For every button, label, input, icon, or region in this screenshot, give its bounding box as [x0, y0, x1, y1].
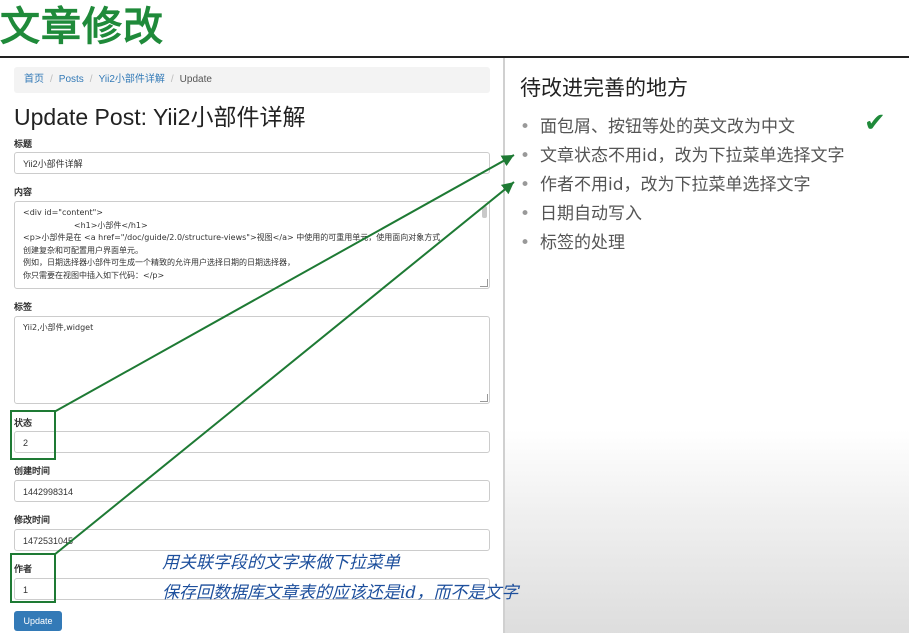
bullet-icon: • [520, 146, 531, 166]
notes-item-text: 日期自动写入 [540, 204, 643, 224]
notes-item-text: 标签的处理 [540, 233, 626, 253]
notes-item: • 作者不用id，改为下拉菜单选择文字 [520, 171, 845, 200]
notes-item: • 日期自动写入 [520, 200, 845, 229]
bullet-icon: • [520, 233, 531, 253]
annotation-line-2: 保存回数据库文章表的应该还是id，而不是文字 [162, 583, 519, 603]
notes-item: • 文章状态不用id，改为下拉菜单选择文字 [520, 142, 845, 171]
checkmark-icon: ✔ [864, 108, 886, 138]
notes-item: • 标签的处理 [520, 229, 845, 258]
bullet-icon: • [520, 175, 531, 195]
notes-list: • 面包屑、按钮等处的英文改为中文 • 文章状态不用id，改为下拉菜单选择文字 • 作… [520, 113, 845, 258]
status-arrow [53, 154, 515, 413]
notes-heading: 待改进完善的地方 [520, 76, 688, 100]
annotation-line-1: 用关联字段的文字来做下拉菜单 [162, 553, 400, 573]
notes-item-text: 作者不用id，改为下拉菜单选择文字 [540, 175, 811, 195]
notes-item: • 面包屑、按钮等处的英文改为中文 [520, 113, 845, 142]
author-arrow [53, 181, 515, 556]
bullet-icon: • [520, 117, 531, 137]
connector-arrows [53, 154, 515, 556]
notes-item-text: 面包屑、按钮等处的英文改为中文 [540, 117, 796, 137]
notes-item-text: 文章状态不用id，改为下拉菜单选择文字 [540, 146, 845, 166]
bullet-icon: • [520, 204, 531, 224]
